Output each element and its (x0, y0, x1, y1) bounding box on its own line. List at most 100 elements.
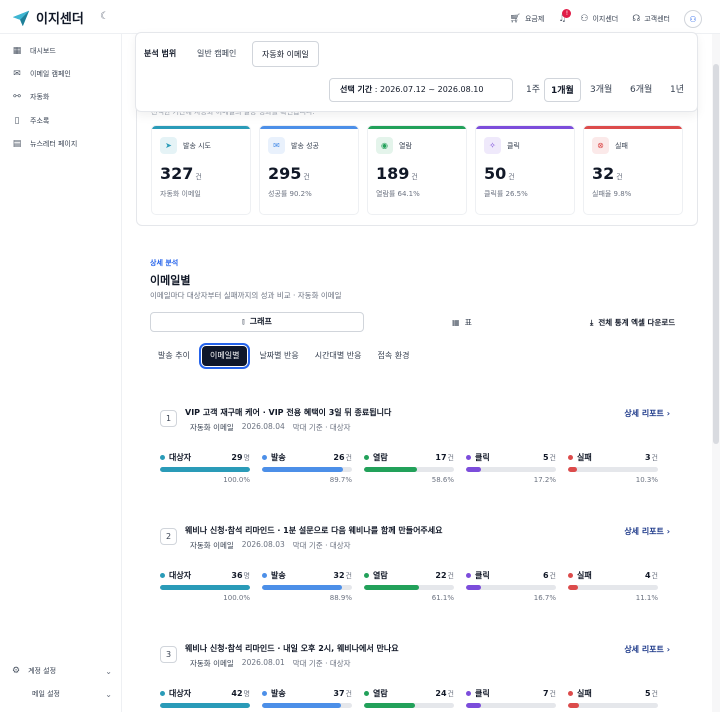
metric-value: 17 (435, 452, 447, 462)
email-kind: 자동화 이메일 (190, 541, 234, 550)
metric-unit: 건 (651, 453, 658, 462)
detail-report-label: 상세 리포트 (624, 645, 664, 654)
detail-report-link[interactable]: 상세 리포트 › (624, 644, 670, 655)
range-button[interactable]: 1년 (666, 78, 688, 102)
metric-unit: 명 (243, 453, 250, 462)
metric-percent: 11.1% (635, 594, 658, 602)
pricing-link[interactable]: 🛒︎ 요금제 (510, 14, 545, 24)
email-basis: 막대 기준 · 대상자 (292, 541, 351, 550)
metric-name: 대상자 (169, 689, 192, 698)
stat-card: ⊗ 실패 32 건 실패율 9.8% (583, 125, 683, 215)
metric-name: 발송 (271, 689, 286, 698)
main-content: 선택한 기간에 자동화 이메일의 발송 성과를 확인합니다. ➤ 발송 시도 327… (122, 34, 712, 712)
chevron-right-icon: › (666, 409, 670, 418)
sidebar: ▦ 대시보드 ✉ 이메일 캠페인 ⚯ 자동화 ▯ 주소록 ▤ 뉴스레터 페이지 … (0, 34, 122, 712)
tab-general-campaign[interactable]: 일반 캠페인 (188, 41, 245, 67)
range-button[interactable]: 6개월 (626, 78, 656, 102)
metric-percent: 88.9% (329, 594, 352, 602)
metric-column: 클릭7건16.7% (466, 688, 556, 712)
metric-unit: 건 (345, 689, 352, 698)
detail-report-link[interactable]: 상세 리포트 › (624, 408, 670, 419)
metric-dot (262, 455, 267, 460)
table-view-button[interactable]: ▦ 표 (452, 317, 472, 328)
sidebar-item-contacts[interactable]: ▯ 주소록 (12, 116, 50, 126)
stat-value: 189 (376, 164, 410, 183)
metric-value: 37 (333, 688, 345, 698)
range-button[interactable]: 1개월 (544, 78, 581, 102)
metric-fill (568, 703, 579, 708)
sidebar-item-label: 이메일 캠페인 (30, 70, 71, 78)
stat-value: 295 (268, 164, 302, 183)
metric-column: 발송 32건 88.9% (262, 570, 352, 602)
range-button[interactable]: 1주 (522, 78, 544, 102)
metric-column: 클릭 5건 17.2% (466, 452, 556, 484)
avatar-icon: ⚇ (689, 14, 697, 24)
metric-dot (568, 691, 573, 696)
grid-icon: ▦ (12, 46, 22, 56)
account-link[interactable]: ⚇ 이지센더 (580, 14, 618, 24)
metric-dot (466, 573, 471, 578)
support-link[interactable]: ☊ 고객센터 (632, 14, 670, 24)
metric-percent: 89.7% (329, 476, 352, 484)
metric-fill (160, 467, 250, 472)
tab-automation-email[interactable]: 자동화 이메일 (252, 41, 319, 67)
stat-unit: 건 (616, 173, 623, 181)
period-label: 선택 기간 (340, 85, 373, 94)
sidebar-item-account-settings[interactable]: ⚙ 계정 설정 ⌄ (12, 666, 112, 676)
metric-track (568, 703, 658, 708)
section-description: 이메일마다 대상자부터 실패까지의 성과 비교 · 자동화 이메일 (150, 291, 342, 300)
metric-column: 열람24건57.1% (364, 688, 454, 712)
excel-download-button[interactable]: ⤓ 전체 통계 엑셀 다운로드 (590, 317, 675, 328)
metric-track (568, 467, 658, 472)
stat-unit: 건 (195, 173, 202, 181)
metric-dot (364, 573, 369, 578)
email-date: 2026.08.01 (241, 658, 285, 667)
send-icon: ➤ (160, 137, 177, 154)
sidebar-item-automation[interactable]: ⚯ 자동화 (12, 92, 49, 102)
metric-column: 실패 3건 10.3% (568, 452, 658, 484)
metric-track (364, 703, 454, 708)
email-title: VIP 고객 재구매 케어 · VIP 전용 혜택이 3일 뒤 종료됩니다 (185, 408, 392, 417)
metric-fill (466, 585, 482, 590)
tab-analysis[interactable]: 접속 환경 (369, 346, 417, 366)
metric-name: 클릭 (475, 571, 490, 580)
metric-name: 대상자 (169, 453, 192, 462)
range-button[interactable]: 3개월 (586, 78, 616, 102)
avatar[interactable]: ⚇ (684, 10, 702, 28)
metric-fill (262, 467, 343, 472)
tab-analysis[interactable]: 발송 추이 (150, 346, 198, 366)
period-selector[interactable]: 선택 기간 : 2026.07.12 ~ 2026.08.10 (329, 78, 513, 102)
email-title: 웨비나 신청·참석 리마인드 · 1분 설문으로 다음 웨비나를 함께 만들어주… (185, 526, 443, 535)
notification-button[interactable]: ♫︎ ! (558, 9, 572, 24)
tab-analysis[interactable]: 날짜별 반응 (251, 346, 306, 366)
metric-dot (568, 573, 573, 578)
mail-icon: ✉ (268, 137, 285, 154)
metric-name: 대상자 (169, 571, 192, 580)
metric-name: 실패 (577, 571, 592, 580)
metric-column: 대상자42명100.0% (160, 688, 250, 712)
sidebar-item-campaign[interactable]: ✉ 이메일 캠페인 (12, 69, 71, 79)
metric-fill (466, 703, 482, 708)
headset-icon: ☊ (632, 14, 641, 24)
summary-card: 선택한 기간에 자동화 이메일의 발송 성과를 확인합니다. ➤ 발송 시도 327… (136, 94, 698, 226)
metric-percent: 16.7% (533, 594, 556, 602)
scrollbar-thumb[interactable] (713, 64, 719, 444)
tab-analysis[interactable]: 이메일별 (198, 343, 251, 369)
chevron-right-icon: › (666, 527, 670, 536)
brand-logo[interactable]: 이지센더 (12, 8, 84, 27)
metric-percent: 100.0% (223, 476, 250, 484)
book-icon: ▯ (14, 116, 20, 126)
graph-view-button[interactable]: ⫾ 그래프 (150, 312, 364, 332)
scrollbar[interactable] (712, 34, 720, 712)
sidebar-item-newsletter[interactable]: ▤ 뉴스레터 페이지 (12, 139, 78, 149)
tab-analysis[interactable]: 시간대별 반응 (307, 346, 370, 366)
email-row: 1 VIP 고객 재구매 케어 · VIP 전용 혜택이 3일 뒤 종료됩니다 자동… (150, 404, 684, 500)
sidebar-item-mail-settings[interactable]: 메일 설정 ⌄ (12, 689, 112, 699)
sidebar-item-dashboard[interactable]: ▦ 대시보드 (12, 46, 56, 56)
detail-report-label: 상세 리포트 (624, 527, 664, 536)
metric-track (466, 585, 556, 590)
metric-value: 3 (644, 452, 651, 462)
detail-report-link[interactable]: 상세 리포트 › (624, 526, 670, 537)
moon-icon[interactable]: ☾ (100, 11, 109, 22)
email-rank: 1 (160, 410, 177, 427)
